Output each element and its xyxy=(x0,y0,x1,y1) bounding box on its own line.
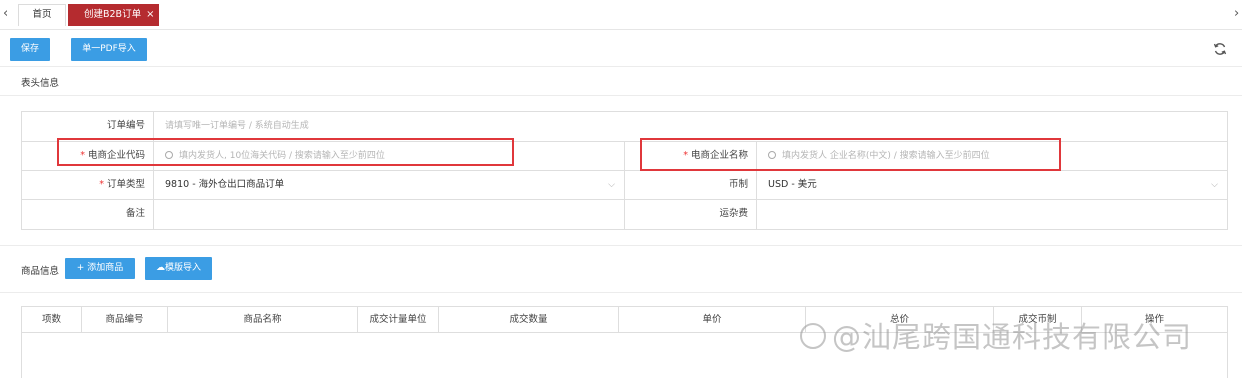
freight-input[interactable] xyxy=(757,200,1227,229)
watermark: @汕尾跨国通科技有限公司 xyxy=(800,314,1192,356)
highlight-box-company-name xyxy=(640,138,1061,171)
divider xyxy=(0,66,1242,67)
column-header: 项数 xyxy=(22,307,82,333)
column-header: 成交计量单位 xyxy=(358,307,439,333)
remark-label: 备注 xyxy=(22,200,154,229)
currency-value: USD - 美元 xyxy=(768,179,817,190)
column-header: 单价 xyxy=(619,307,806,333)
currency-label: 币制 xyxy=(625,171,757,200)
divider xyxy=(0,95,1242,96)
column-header: 商品名称 xyxy=(168,307,358,333)
watermark-text: @汕尾跨国通科技有限公司 xyxy=(832,320,1193,354)
tab-home-label: 首页 xyxy=(32,9,52,20)
order-no-placeholder: 请填写唯一订单编号 / 系统自动生成 xyxy=(165,121,309,131)
order-type-select[interactable]: 9810 - 海外仓出口商品订单 ⌵ xyxy=(154,171,625,200)
close-icon[interactable]: × xyxy=(146,9,154,20)
chevron-down-icon: ⌵ xyxy=(608,180,615,190)
tab-create-b2b-order[interactable]: 创建B2B订单 × xyxy=(68,4,159,26)
divider xyxy=(0,245,1242,246)
chevron-left-icon[interactable]: ‹ xyxy=(3,6,8,22)
remark-input[interactable] xyxy=(154,200,625,229)
tab-bar: ‹ 首页 创建B2B订单 × › xyxy=(0,0,1242,30)
cloud-upload-icon: ☁ xyxy=(155,263,165,273)
tab-active-label: 创建B2B订单 xyxy=(84,9,142,20)
tab-home[interactable]: 首页 xyxy=(18,4,66,26)
watermark-logo-icon xyxy=(800,323,826,349)
required-mark: * xyxy=(99,179,104,190)
freight-label: 运杂费 xyxy=(625,200,757,229)
save-button[interactable]: 保存 xyxy=(10,38,50,61)
goods-section-title: 商品信息 xyxy=(21,266,60,277)
divider xyxy=(0,292,1242,293)
highlight-box-company-code xyxy=(57,138,514,166)
chevron-down-icon: ⌵ xyxy=(1211,180,1218,190)
order-type-label-text: 订单类型 xyxy=(106,179,145,190)
template-import-button[interactable]: ☁模版导入 xyxy=(145,257,212,280)
chevron-right-icon[interactable]: › xyxy=(1234,6,1239,22)
refresh-icon[interactable] xyxy=(1213,42,1227,56)
column-header: 成交数量 xyxy=(439,307,619,333)
header-section-title: 表头信息 xyxy=(21,78,60,89)
template-import-label: 模版导入 xyxy=(164,263,201,273)
column-header: 商品编号 xyxy=(82,307,168,333)
order-type-value: 9810 - 海外仓出口商品订单 xyxy=(165,179,285,190)
add-goods-button[interactable]: + 添加商品 xyxy=(65,258,135,279)
currency-select[interactable]: USD - 美元 ⌵ xyxy=(757,171,1227,200)
pdf-import-button[interactable]: 单一PDF导入 xyxy=(71,38,147,61)
order-type-label: * 订单类型 xyxy=(22,171,154,200)
